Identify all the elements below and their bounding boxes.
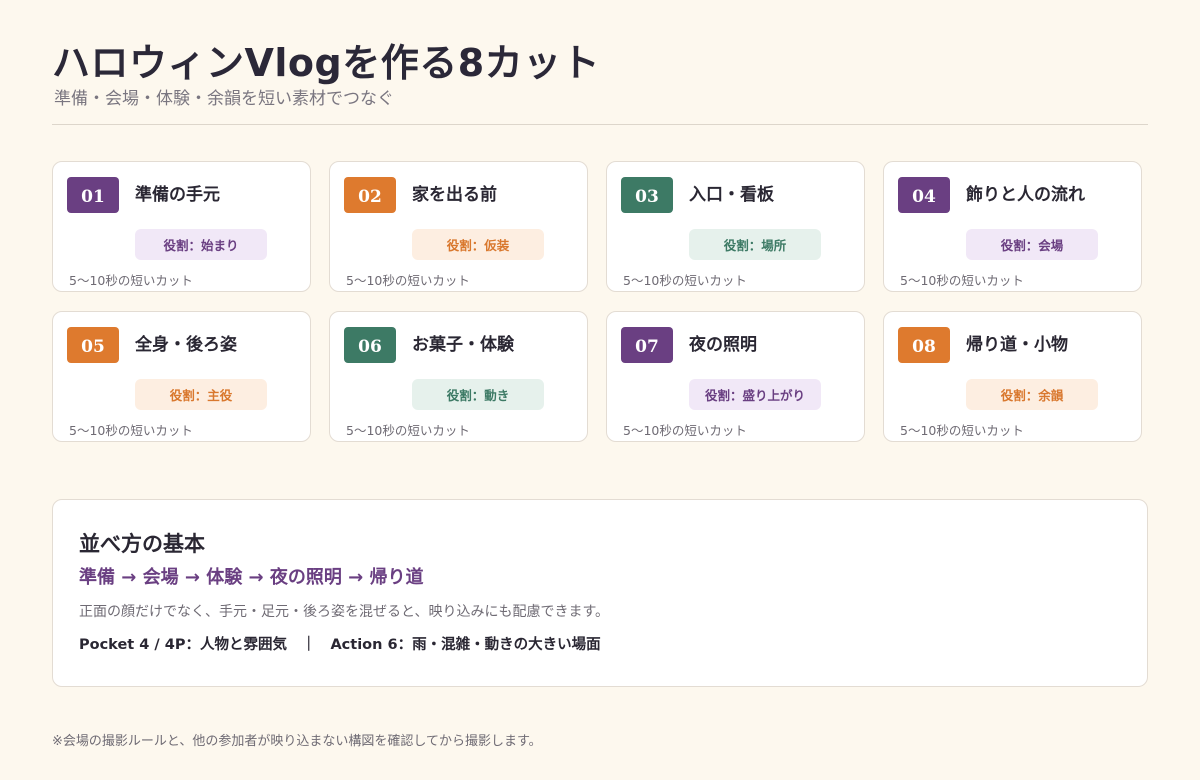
footnote: ※会場の撮影ルールと、他の参加者が映り込まない構図を確認してから撮影します。 bbox=[52, 734, 542, 749]
cut-duration-note: 5〜10秒の短いカット bbox=[69, 423, 193, 438]
sequence-flow: 準備 → 会場 → 体験 → 夜の照明 → 帰り道 bbox=[79, 567, 424, 588]
role-badge: 役割：盛り上がり bbox=[689, 379, 821, 410]
page-subtitle: 準備・会場・体験・余韻を短い素材でつなぐ bbox=[54, 89, 394, 109]
role-badge: 役割：主役 bbox=[135, 379, 267, 410]
role-badge: 役割：会場 bbox=[966, 229, 1098, 260]
page: ハロウィンVlogを作る8カット 準備・会場・体験・余韻を短い素材でつなぐ 01… bbox=[0, 0, 1200, 780]
cut-title: 全身・後ろ姿 bbox=[135, 335, 237, 355]
cut-title: 家を出る前 bbox=[412, 185, 497, 205]
cut-number-badge: 01 bbox=[67, 177, 119, 213]
cut-number-badge: 03 bbox=[621, 177, 673, 213]
cut-number-badge: 05 bbox=[67, 327, 119, 363]
cut-duration-note: 5〜10秒の短いカット bbox=[346, 273, 470, 288]
cut-number-badge: 08 bbox=[898, 327, 950, 363]
cut-duration-note: 5〜10秒の短いカット bbox=[346, 423, 470, 438]
cut-number-badge: 04 bbox=[898, 177, 950, 213]
panel-description: 正面の顔だけでなく、手元・足元・後ろ姿を混ぜると、映り込みにも配慮できます。 bbox=[79, 604, 610, 620]
role-badge: 役割：余韻 bbox=[966, 379, 1098, 410]
cut-card: 04 飾りと人の流れ 役割：会場 5〜10秒の短いカット bbox=[883, 161, 1142, 292]
cut-number-badge: 02 bbox=[344, 177, 396, 213]
cut-card: 06 お菓子・体験 役割：動き 5〜10秒の短いカット bbox=[329, 311, 588, 442]
cut-number-badge: 06 bbox=[344, 327, 396, 363]
role-badge: 役割：仮装 bbox=[412, 229, 544, 260]
cut-duration-note: 5〜10秒の短いカット bbox=[623, 273, 747, 288]
cut-card: 05 全身・後ろ姿 役割：主役 5〜10秒の短いカット bbox=[52, 311, 311, 442]
cut-card: 03 入口・看板 役割：場所 5〜10秒の短いカット bbox=[606, 161, 865, 292]
cut-title: 準備の手元 bbox=[135, 185, 220, 205]
cut-card: 08 帰り道・小物 役割：余韻 5〜10秒の短いカット bbox=[883, 311, 1142, 442]
cut-card: 01 準備の手元 役割：始まり 5〜10秒の短いカット bbox=[52, 161, 311, 292]
arrangement-panel: 並べ方の基本 準備 → 会場 → 体験 → 夜の照明 → 帰り道 正面の顔だけで… bbox=[52, 499, 1148, 687]
panel-title: 並べ方の基本 bbox=[79, 532, 205, 556]
header-divider bbox=[52, 124, 1148, 125]
page-title: ハロウィンVlogを作る8カット bbox=[52, 41, 601, 85]
cut-grid: 01 準備の手元 役割：始まり 5〜10秒の短いカット 02 家を出る前 役割：… bbox=[52, 161, 1142, 442]
role-badge: 役割：始まり bbox=[135, 229, 267, 260]
cut-title: お菓子・体験 bbox=[412, 335, 514, 355]
role-badge: 役割：場所 bbox=[689, 229, 821, 260]
camera-models-note: Pocket 4 / 4P：人物と雰囲気 ｜ Action 6：雨・混雑・動きの… bbox=[79, 637, 601, 653]
cut-title: 帰り道・小物 bbox=[966, 335, 1068, 355]
cut-duration-note: 5〜10秒の短いカット bbox=[900, 423, 1024, 438]
cut-title: 飾りと人の流れ bbox=[966, 185, 1085, 205]
cut-card: 02 家を出る前 役割：仮装 5〜10秒の短いカット bbox=[329, 161, 588, 292]
cut-duration-note: 5〜10秒の短いカット bbox=[900, 273, 1024, 288]
cut-card: 07 夜の照明 役割：盛り上がり 5〜10秒の短いカット bbox=[606, 311, 865, 442]
cut-duration-note: 5〜10秒の短いカット bbox=[69, 273, 193, 288]
cut-duration-note: 5〜10秒の短いカット bbox=[623, 423, 747, 438]
role-badge: 役割：動き bbox=[412, 379, 544, 410]
cut-title: 夜の照明 bbox=[689, 335, 757, 355]
cut-title: 入口・看板 bbox=[689, 185, 774, 205]
cut-number-badge: 07 bbox=[621, 327, 673, 363]
